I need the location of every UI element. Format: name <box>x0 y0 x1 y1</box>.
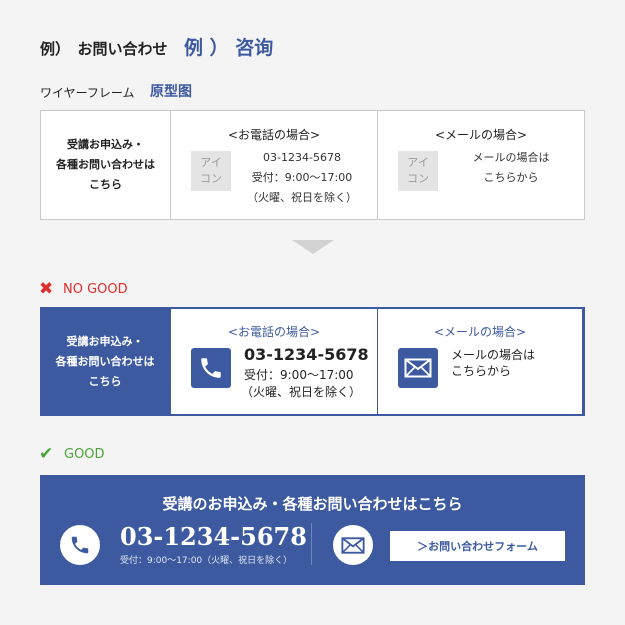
good-hours: 受付：9:00〜17:00（火曜、祝日を除く） <box>120 556 293 566</box>
wireframe-phone-heading: <お電話の場合> <box>227 128 321 142</box>
wireframe-phone-details: 03-1234-5678 受付：9:00〜17:00 （火曜、祝日を除く） <box>241 148 363 208</box>
no-good-mail-details: メールの場合は こちらから <box>451 347 535 379</box>
wireframe-box: 受講お申込み・ 各種お問い合わせは こちら <お電話の場合> アイ コン 03-… <box>40 110 585 220</box>
wireframe-phone-cell: <お電話の場合> アイ コン 03-1234-5678 受付：9:00〜17:0… <box>171 111 378 219</box>
no-good-phone-heading: <お電話の場合> <box>227 325 321 339</box>
no-good-phone-note: （火曜、祝日を除く） <box>241 385 362 399</box>
mail-icon[interactable] <box>333 525 373 565</box>
no-good-label: NO GOOD <box>63 282 128 297</box>
no-good-phone-hours: 受付：9:00〜17:00 <box>244 368 354 382</box>
icon-placeholder: アイ コン <box>191 151 231 191</box>
page-title-cn: 例 ） 咨询 <box>184 37 274 59</box>
cross-icon: ✖ <box>39 279 54 299</box>
phone-icon <box>60 525 100 565</box>
icon-placeholder-line: コン <box>200 172 222 185</box>
wireframe-left-cell: 受講お申込み・ 各種お問い合わせは こちら <box>41 111 171 219</box>
good-phone-number[interactable]: 03-1234-5678 <box>120 522 307 551</box>
check-icon: ✔ <box>39 444 54 464</box>
no-good-left-line: こちら <box>88 374 122 388</box>
wireframe-mail-line: メールの場合は <box>472 151 550 164</box>
wireframe-left-line: 各種お問い合わせは <box>56 158 155 171</box>
icon-placeholder-line: アイ <box>407 156 429 169</box>
down-arrow-icon <box>292 240 334 254</box>
wireframe-mail-cell: <メールの場合> アイ コン メールの場合は こちらから <box>378 111 584 219</box>
no-good-left-cell: 受講お申込み・ 各種お問い合わせは こちら <box>40 307 170 416</box>
icon-placeholder-line: アイ <box>200 156 222 169</box>
wireframe-mail-line: こちらから <box>483 171 539 184</box>
page-title-jp: 例） お問い合わせ <box>40 40 168 58</box>
wireframe-mail-heading: <メールの場合> <box>434 128 528 142</box>
good-divider <box>311 523 312 565</box>
good-label: GOOD <box>64 447 105 462</box>
wireframe-phone-number: 03-1234-5678 <box>263 151 341 164</box>
good-heading: 受講のお申込み・各種お問い合わせはこちら <box>162 495 463 513</box>
phone-icon <box>191 348 231 388</box>
no-good-banner: 受講お申込み・ 各種お問い合わせは こちら <お電話の場合> 03-1234-5… <box>40 307 585 416</box>
mail-icon <box>398 348 438 388</box>
no-good-left-line: 各種お問い合わせは <box>55 354 155 368</box>
wireframe-mail-details: メールの場合は こちらから <box>454 148 568 188</box>
wireframe-phone-note: （火曜、祝日を除く） <box>247 191 357 204</box>
good-banner: 受講のお申込み・各種お問い合わせはこちら 03-1234-5678 受付：9:0… <box>40 475 585 585</box>
wireframe-label-jp: ワイヤーフレーム <box>40 86 135 100</box>
no-good-left-line: 受講お申込み・ <box>66 334 144 348</box>
icon-placeholder: アイ コン <box>398 151 438 191</box>
no-good-content: <お電話の場合> 03-1234-5678 受付：9:00〜17:00 （火曜、… <box>171 309 582 414</box>
wireframe-left-line: こちら <box>89 178 122 191</box>
wireframe-left-line: 受講お申込み・ <box>67 138 144 151</box>
contact-form-button[interactable]: ＞お問い合わせフォーム <box>390 531 565 561</box>
wireframe-label-cn: 原型图 <box>150 84 192 100</box>
no-good-phone-number: 03-1234-5678 <box>244 345 369 364</box>
no-good-mail-heading: <メールの場合> <box>433 325 527 339</box>
no-good-mail-line: メールの場合は <box>451 348 536 362</box>
no-good-mail-line: こちらから <box>451 364 512 378</box>
wireframe-phone-hours: 受付：9:00〜17:00 <box>251 171 353 184</box>
icon-placeholder-line: コン <box>407 172 429 185</box>
